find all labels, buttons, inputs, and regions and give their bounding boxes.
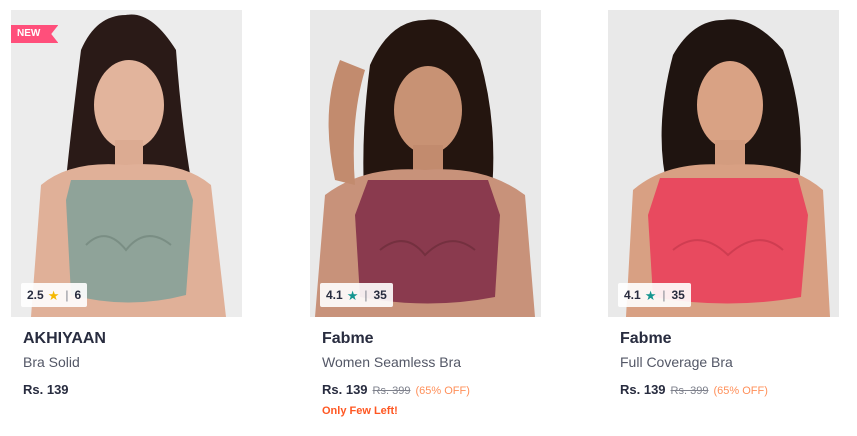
rating-count: 6: [74, 288, 82, 302]
star-icon: ★: [47, 287, 60, 303]
rating-value: 4.1: [326, 288, 343, 302]
product-mrp: Rs. 399: [670, 385, 709, 397]
stock-note: Only Few Left!: [322, 405, 398, 417]
product-price: Rs. 139: [620, 382, 666, 397]
star-icon: ★: [644, 287, 657, 303]
price-row: Rs. 139 Rs. 399 (65% OFF): [620, 382, 838, 397]
product-name[interactable]: Women Seamless Bra: [322, 354, 540, 370]
rating-value: 4.1: [624, 288, 641, 302]
product-card[interactable]: NEW 2.5 ★ | 6 AKHIYAAN Bra Solid Rs. 139: [11, 10, 242, 397]
rating-separator: |: [364, 288, 368, 302]
rating-badge: 4.1 ★ | 35: [618, 283, 691, 307]
discount-label: (65% OFF): [415, 385, 470, 397]
model-photo: [11, 10, 242, 317]
product-price: Rs. 139: [23, 382, 69, 397]
discount-label: (65% OFF): [713, 385, 768, 397]
model-photo: [310, 10, 541, 317]
new-badge: NEW: [11, 25, 59, 43]
price-row: Rs. 139: [23, 382, 241, 397]
product-name[interactable]: Full Coverage Bra: [620, 354, 838, 370]
product-brand[interactable]: Fabme: [322, 330, 540, 348]
product-brand[interactable]: Fabme: [620, 330, 838, 348]
product-mrp: Rs. 399: [372, 385, 411, 397]
rating-value: 2.5: [27, 288, 44, 302]
product-card[interactable]: 4.1 ★ | 35 Fabme Women Seamless Bra Rs. …: [310, 10, 541, 417]
product-price: Rs. 139: [322, 382, 368, 397]
product-name[interactable]: Bra Solid: [23, 354, 241, 370]
model-photo: [608, 10, 839, 317]
rating-count: 35: [373, 288, 387, 302]
product-image[interactable]: 4.1 ★ | 35: [310, 10, 541, 317]
rating-separator: |: [662, 288, 666, 302]
product-image[interactable]: 4.1 ★ | 35: [608, 10, 839, 317]
rating-count: 35: [671, 288, 685, 302]
price-row: Rs. 139 Rs. 399 (65% OFF): [322, 382, 540, 397]
product-image[interactable]: NEW 2.5 ★ | 6: [11, 10, 242, 317]
star-icon: ★: [346, 287, 359, 303]
rating-badge: 2.5 ★ | 6: [21, 283, 88, 307]
rating-separator: |: [65, 288, 69, 302]
product-brand[interactable]: AKHIYAAN: [23, 330, 241, 348]
product-card[interactable]: 4.1 ★ | 35 Fabme Full Coverage Bra Rs. 1…: [608, 10, 839, 397]
rating-badge: 4.1 ★ | 35: [320, 283, 393, 307]
